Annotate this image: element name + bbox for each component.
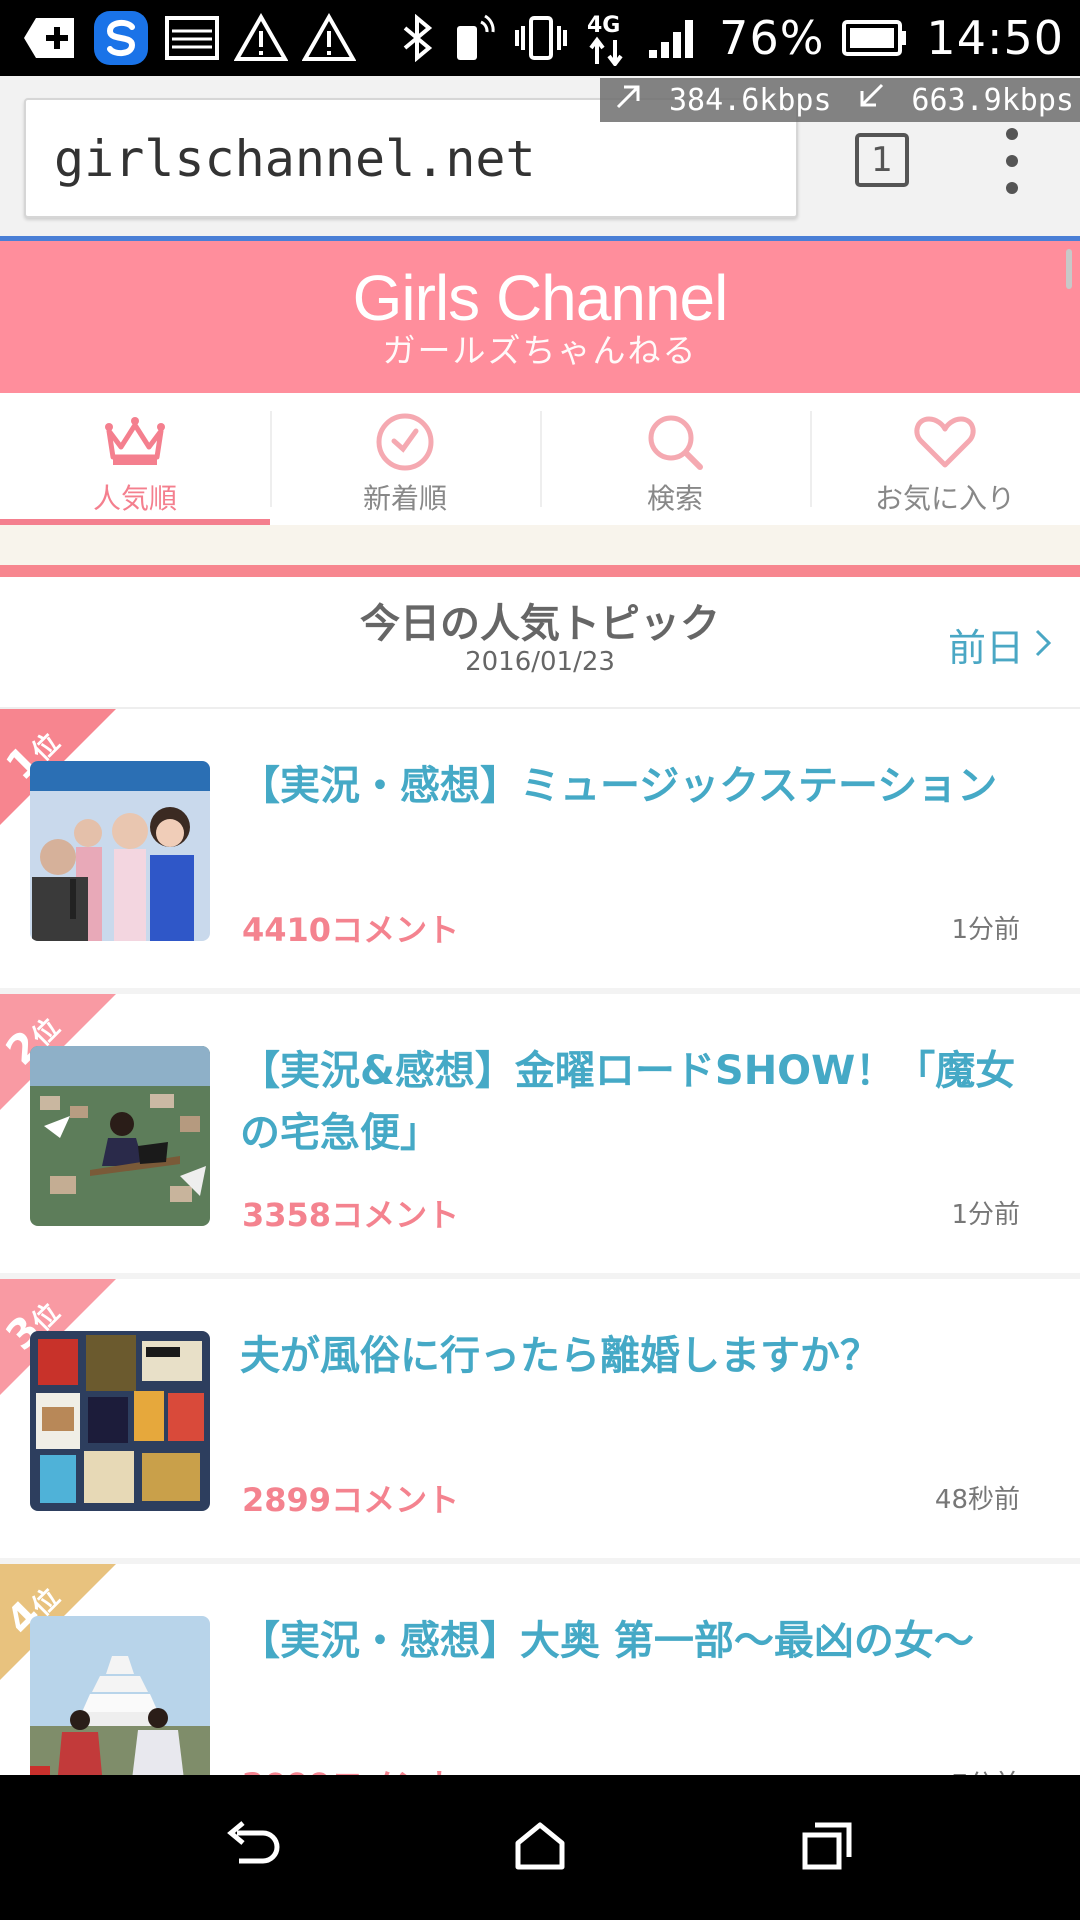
topic-time: 7分前 bbox=[951, 1764, 1020, 1775]
topic-thumbnail[interactable] bbox=[30, 761, 210, 941]
heart-icon bbox=[810, 409, 1080, 475]
topic-item[interactable]: 1位 【実況・感想】ミュージックステーション 4410コメント 1分前 bbox=[0, 709, 1080, 994]
upload-arrow-icon bbox=[614, 81, 644, 119]
recents-icon bbox=[801, 1821, 853, 1875]
topic-title[interactable]: 【実況&感想】金曜ロードSHOW！「魔女の宅急便」 bbox=[240, 1040, 1030, 1164]
site-header[interactable]: Girls Channel ガールズちゃんねる bbox=[0, 241, 1080, 393]
divider-band bbox=[0, 525, 1080, 565]
tab-search[interactable]: 検索 bbox=[540, 393, 810, 525]
section-title: 今日の人気トピック bbox=[360, 601, 720, 647]
chevron-right-icon bbox=[1034, 623, 1052, 667]
status-bar: 4G 76% 14:50 bbox=[0, 0, 1080, 76]
home-icon bbox=[514, 1821, 566, 1875]
tab-label: 検索 bbox=[646, 482, 703, 515]
network-speed-overlay: 384.6kbps 663.9kbps bbox=[600, 78, 1080, 122]
topic-time: 1分前 bbox=[951, 915, 1020, 945]
system-navigation-bar bbox=[0, 1775, 1080, 1920]
dot bbox=[1006, 128, 1018, 140]
tab-switcher-button[interactable]: 1 bbox=[855, 133, 909, 187]
tab-favorites[interactable]: お気に入り bbox=[810, 393, 1080, 525]
url-text: girlschannel.net bbox=[54, 130, 536, 188]
tab-newest[interactable]: 新着順 bbox=[270, 393, 540, 525]
clock: 14:50 bbox=[926, 11, 1064, 65]
download-arrow-icon bbox=[856, 81, 886, 119]
tab-popular[interactable]: 人気順 bbox=[0, 393, 270, 525]
image-icon bbox=[164, 15, 220, 61]
svg-text:4G: 4G bbox=[587, 13, 620, 38]
page-scrollbar[interactable] bbox=[1066, 249, 1072, 289]
comment-count: 2899コメント bbox=[242, 1481, 460, 1519]
tab-label: お気に入り bbox=[874, 482, 1015, 515]
s-app-icon bbox=[92, 9, 150, 67]
phone-signal-icon bbox=[453, 12, 497, 64]
sort-tabs: 人気順 新着順 検索 お気に入り bbox=[0, 393, 1080, 525]
previous-day-link[interactable]: 前日 bbox=[948, 617, 1052, 672]
battery-icon bbox=[842, 20, 908, 56]
upload-speed: 384.6kbps bbox=[668, 82, 832, 118]
clock-icon bbox=[270, 409, 540, 475]
home-button[interactable] bbox=[485, 1793, 595, 1903]
dot bbox=[1006, 155, 1018, 167]
plus-box-icon bbox=[22, 16, 78, 60]
tab-label: 人気順 bbox=[92, 482, 177, 515]
topic-thumbnail[interactable] bbox=[30, 1616, 210, 1775]
warning-icon bbox=[234, 13, 288, 63]
topic-time: 1分前 bbox=[951, 1200, 1020, 1230]
warning-icon bbox=[302, 13, 356, 63]
topic-thumbnail[interactable] bbox=[30, 1046, 210, 1226]
signal-bars-icon bbox=[647, 16, 701, 60]
dot bbox=[1006, 182, 1018, 194]
section-date: 2016/01/23 bbox=[465, 647, 615, 677]
topic-list: 1位 【実況・感想】ミュージックステーション 4410コメント 1分前 2位 【… bbox=[0, 709, 1080, 1775]
bluetooth-icon bbox=[401, 14, 435, 62]
back-icon bbox=[223, 1820, 283, 1875]
topic-title[interactable]: 夫が風俗に行ったら離婚しますか？ bbox=[240, 1325, 1030, 1387]
overflow-menu-button[interactable] bbox=[1000, 128, 1024, 194]
system-icons: 4G 76% 14:50 bbox=[401, 10, 1080, 66]
tab-label: 新着順 bbox=[362, 482, 447, 515]
site-logo-title: Girls Channel bbox=[352, 262, 729, 334]
back-button[interactable] bbox=[198, 1793, 308, 1903]
crown-icon bbox=[0, 409, 270, 475]
divider-accent bbox=[0, 565, 1080, 577]
topic-title[interactable]: 【実況・感想】大奥 第一部～最凶の女～ bbox=[240, 1610, 1030, 1672]
vibrate-icon bbox=[515, 14, 568, 62]
comment-count: 4410コメント bbox=[242, 911, 460, 949]
recents-button[interactable] bbox=[772, 1793, 882, 1903]
section-header: 今日の人気トピック 2016/01/23 前日 bbox=[0, 577, 1080, 709]
4g-icon: 4G bbox=[585, 10, 629, 66]
topic-time: 48秒前 bbox=[934, 1485, 1020, 1515]
search-icon bbox=[540, 409, 810, 475]
previous-day-label: 前日 bbox=[947, 626, 1024, 670]
topic-thumbnail[interactable] bbox=[30, 1331, 210, 1511]
download-speed: 663.9kbps bbox=[911, 82, 1074, 118]
topic-item[interactable]: 2位 【実況&感想】金曜ロードSHOW！「魔女の宅急便」 3358コメント 1分… bbox=[0, 994, 1080, 1279]
topic-item[interactable]: 3位 夫が風俗に行ったら離婚しますか？ 2899コメント 48秒前 bbox=[0, 1279, 1080, 1564]
topic-item[interactable]: 4位 【実況・感想】大奥 第一部～最凶の女～ 2099コメント 7分前 bbox=[0, 1564, 1080, 1775]
notification-icons bbox=[0, 9, 356, 67]
site-logo-subtitle: ガールズちゃんねる bbox=[382, 331, 698, 370]
battery-percent: 76% bbox=[719, 11, 825, 65]
topic-title[interactable]: 【実況・感想】ミュージックステーション bbox=[240, 755, 1030, 817]
comment-count: 2099コメント bbox=[242, 1760, 459, 1775]
comment-count: 3358コメント bbox=[242, 1196, 460, 1234]
